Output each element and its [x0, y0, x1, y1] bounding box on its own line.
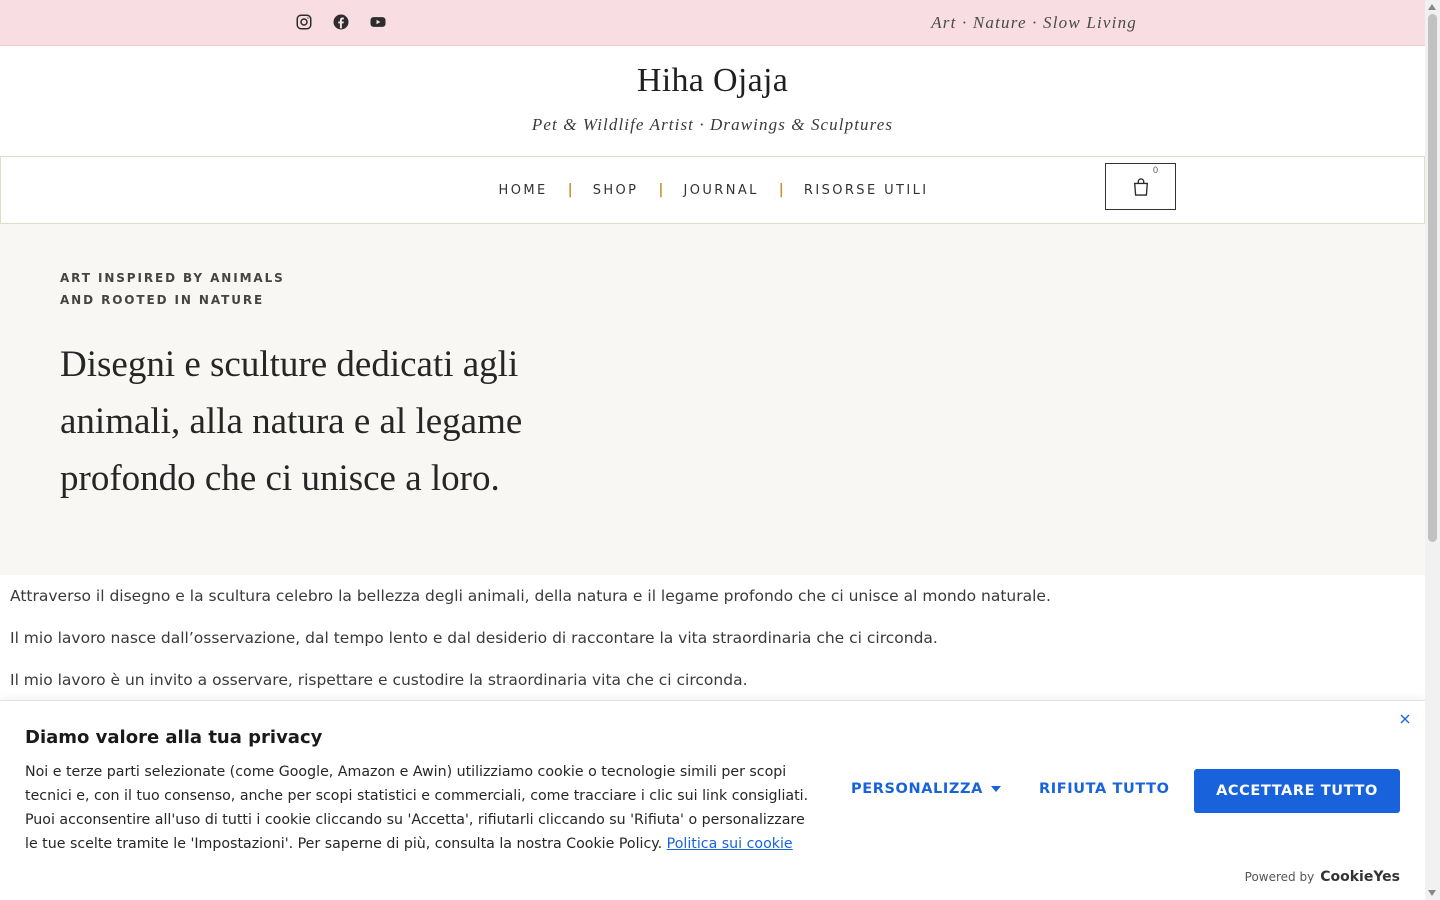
nav-item-shop[interactable]: SHOP	[593, 183, 639, 198]
nav-item-journal[interactable]: JOURNAL	[684, 183, 759, 198]
page-scrollbar[interactable]	[1425, 0, 1440, 900]
customize-button-label: PERSONALIZZA	[851, 781, 983, 797]
hero-kicker: ART INSPIRED BY ANIMALS AND ROOTED IN NA…	[60, 267, 380, 311]
hero-section: ART INSPIRED BY ANIMALS AND ROOTED IN NA…	[0, 224, 1425, 575]
reject-all-button[interactable]: RIFIUTA TUTTO	[1039, 781, 1170, 797]
instagram-icon[interactable]	[295, 13, 313, 31]
nav-separator: |	[658, 182, 664, 198]
top-bar: Art · Nature · Slow Living	[0, 0, 1425, 46]
social-links	[295, 13, 387, 31]
nav-item-risorse-utili[interactable]: RISORSE UTILI	[804, 183, 929, 198]
cookieyes-logo[interactable]: CookieYes	[1320, 869, 1400, 885]
site-tagline: Art · Nature · Slow Living	[931, 13, 1137, 32]
page: Art · Nature · Slow Living Hiha Ojaja Pe…	[0, 0, 1425, 900]
cart-count-badge: 0	[1150, 165, 1160, 175]
facebook-icon[interactable]	[332, 13, 350, 31]
nav-item-home[interactable]: HOME	[499, 183, 548, 198]
hero-kicker-line: ART INSPIRED BY ANIMALS	[60, 271, 285, 285]
close-icon[interactable]	[1398, 712, 1412, 726]
cookie-policy-link[interactable]: Politica sui cookie	[667, 836, 793, 852]
site-title[interactable]: Hiha Ojaja	[0, 62, 1425, 100]
powered-by-text: Powered by	[1244, 870, 1315, 884]
main-nav: HOME | SHOP | JOURNAL | RISORSE UTILI 0	[0, 156, 1425, 224]
youtube-icon[interactable]	[369, 13, 387, 31]
intro-paragraph: Il mio lavoro nasce dall’osservazione, d…	[10, 629, 938, 647]
scroll-down-icon[interactable]	[1428, 890, 1436, 896]
nav-menu: HOME | SHOP | JOURNAL | RISORSE UTILI	[1, 157, 1425, 223]
customize-button[interactable]: PERSONALIZZA	[851, 781, 1001, 797]
hero-title: Disegni e sculture dedicati agli animali…	[60, 344, 523, 499]
intro-paragraph: Attraverso il disegno e la scultura cele…	[10, 587, 1051, 605]
intro-section: Attraverso il disegno e la scultura cele…	[10, 586, 1410, 712]
scrollbar-thumb[interactable]	[1428, 14, 1437, 542]
scroll-up-icon[interactable]	[1428, 4, 1436, 10]
nav-separator: |	[778, 182, 784, 198]
cart-button[interactable]: 0	[1105, 163, 1176, 210]
cookie-description: Noi e terze parti selezionate (come Goog…	[25, 760, 815, 856]
nav-separator: |	[567, 182, 573, 198]
powered-by: Powered by CookieYes	[1245, 869, 1400, 885]
cookie-banner: Diamo valore alla tua privacy Noi e terz…	[0, 700, 1425, 900]
caret-down-icon	[990, 786, 1001, 792]
cookie-title: Diamo valore alla tua privacy	[25, 727, 323, 748]
site-subtitle: Pet & Wildlife Artist · Drawings & Sculp…	[531, 115, 894, 134]
shopping-bag-icon	[1133, 177, 1148, 196]
hero-kicker-line: AND ROOTED IN NATURE	[60, 293, 265, 307]
accept-all-button[interactable]: ACCETTARE TUTTO	[1194, 769, 1400, 813]
intro-paragraph: Il mio lavoro è un invito a osservare, r…	[10, 671, 748, 689]
